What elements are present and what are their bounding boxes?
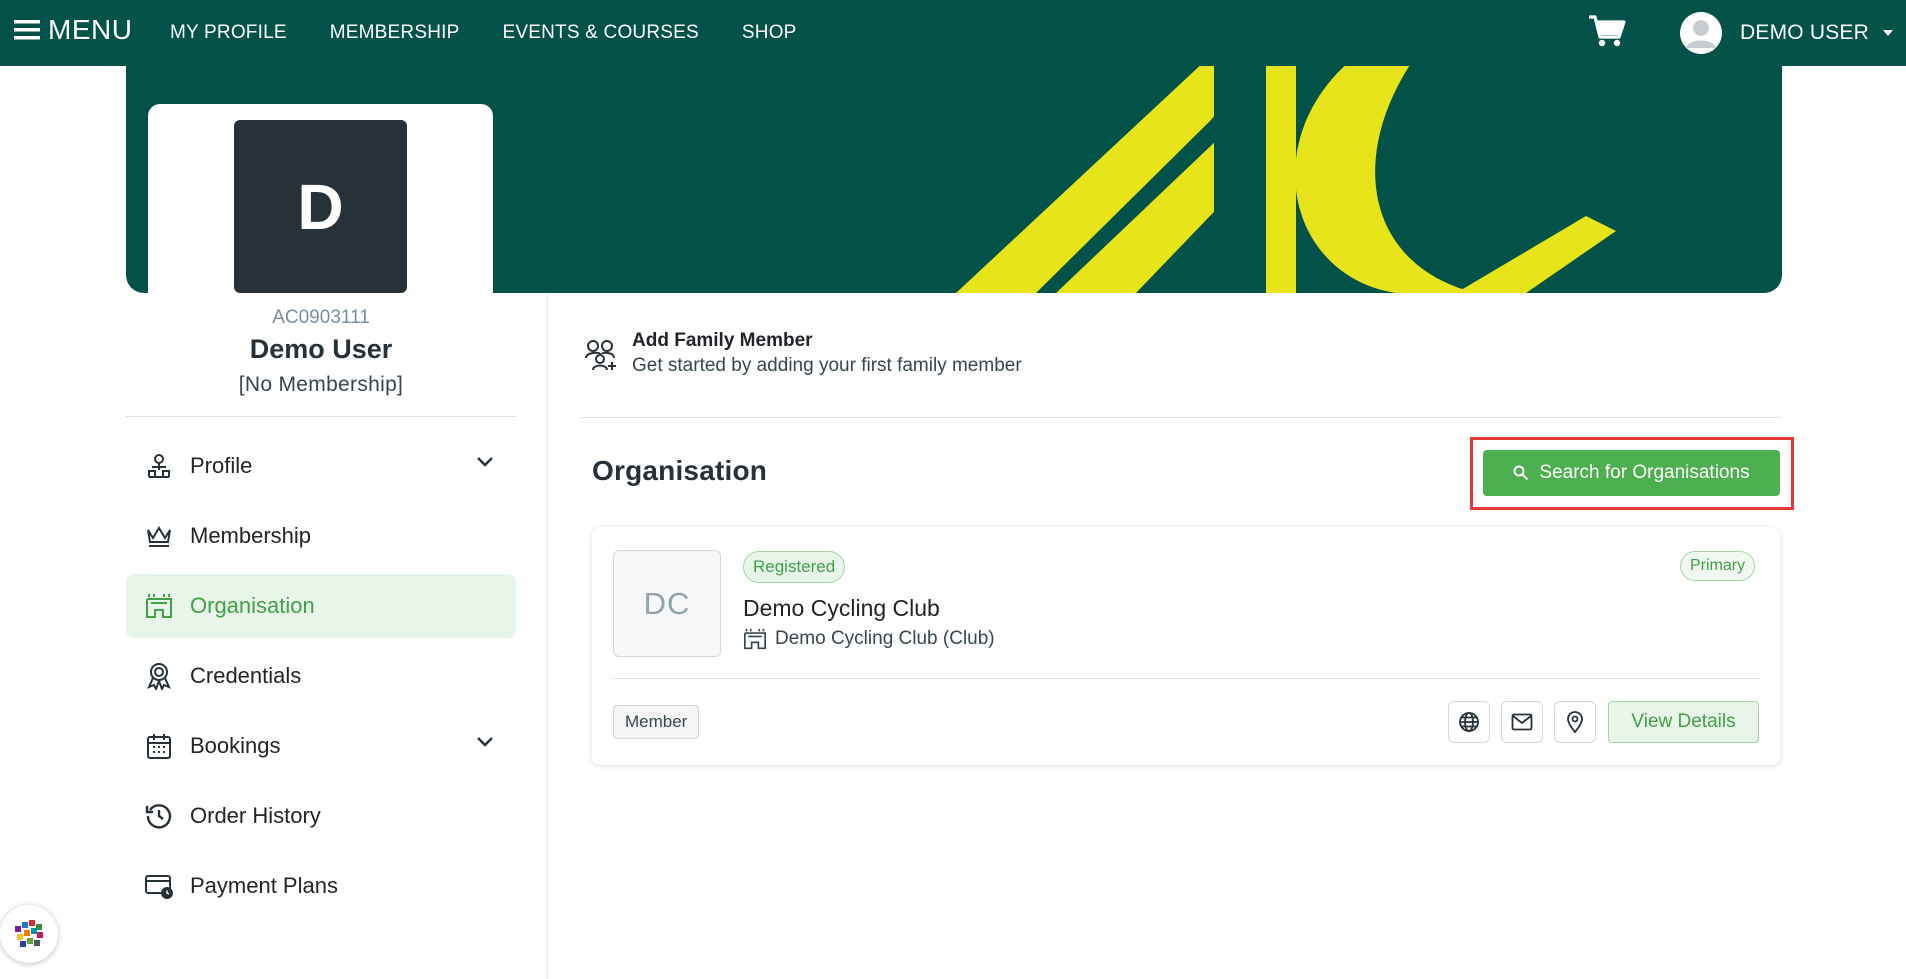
member-name: Demo User xyxy=(249,334,393,364)
family-subtitle: Get started by adding your first family … xyxy=(632,355,1022,376)
member-id: AC0903111 xyxy=(272,307,370,328)
sidebar-item-order-history[interactable]: Order History xyxy=(126,784,516,848)
menu-button[interactable]: MENU xyxy=(14,14,132,46)
crown-icon xyxy=(144,521,174,551)
globe-icon xyxy=(1458,711,1480,733)
search-button-label: Search for Organisations xyxy=(1539,462,1750,483)
sidebar-item-label: Order History xyxy=(190,803,321,828)
organisation-icon xyxy=(743,628,767,650)
section-divider xyxy=(580,417,1782,418)
status-badge: Registered xyxy=(743,551,846,583)
sidebar-item-label: Profile xyxy=(190,453,253,478)
role-tag: Member xyxy=(613,705,700,739)
sidebar-divider xyxy=(126,416,516,417)
user-name: DEMO USER xyxy=(1740,21,1869,44)
colorful-cube-icon xyxy=(11,916,47,952)
avatar xyxy=(1680,12,1722,54)
family-icon xyxy=(584,338,618,372)
payment-card-icon xyxy=(144,871,174,901)
hamburger-icon xyxy=(14,19,40,41)
organisation-logo: DC xyxy=(613,550,721,657)
sidebar-item-label: Bookings xyxy=(190,733,281,758)
top-navigation-bar: MENU MY PROFILE MEMBERSHIP EVENTS & COUR… xyxy=(0,0,1906,66)
nav-link-events-courses[interactable]: EVENTS & COURSES xyxy=(502,22,698,44)
card-divider xyxy=(613,678,1759,679)
menu-label: MENU xyxy=(48,14,133,45)
sidebar-item-credentials[interactable]: Credentials xyxy=(126,644,516,708)
user-menu[interactable]: DEMO USER xyxy=(1680,9,1893,57)
column-divider xyxy=(547,293,548,979)
profile-avatar: D xyxy=(234,120,407,293)
mail-icon xyxy=(1511,713,1533,731)
organisation-type-line: Demo Cycling Club (Club) xyxy=(743,628,995,650)
sidebar-item-label: Payment Plans xyxy=(190,873,338,898)
history-icon xyxy=(144,801,174,831)
primary-badge: Primary xyxy=(1680,551,1756,581)
section-title: Organisation xyxy=(592,455,768,486)
award-icon xyxy=(144,661,174,691)
nav-link-membership[interactable]: MEMBERSHIP xyxy=(330,22,460,44)
email-button[interactable] xyxy=(1501,701,1543,743)
organisation-icon xyxy=(144,591,174,621)
main-nav-links: MY PROFILE MEMBERSHIP EVENTS & COURSES S… xyxy=(170,0,797,66)
floating-widget-button[interactable] xyxy=(0,905,58,963)
sidebar-item-payment-plans[interactable]: Payment Plans xyxy=(126,854,516,918)
map-pin-icon xyxy=(1566,711,1584,733)
chevron-down-icon xyxy=(476,736,494,748)
family-title: Add Family Member xyxy=(632,330,813,351)
add-family-member[interactable]: Add Family Member Get started by adding … xyxy=(584,330,1022,377)
organisation-type-text: Demo Cycling Club (Club) xyxy=(775,628,995,649)
search-icon xyxy=(1513,465,1529,481)
location-button[interactable] xyxy=(1554,701,1596,743)
sidebar-item-label: Membership xyxy=(190,523,312,548)
cart-icon[interactable] xyxy=(1588,14,1626,48)
sidebar-item-organisation[interactable]: Organisation xyxy=(126,574,516,638)
sidebar-item-membership[interactable]: Membership xyxy=(126,504,516,568)
sidebar-item-label: Credentials xyxy=(190,663,302,688)
chevron-down-icon xyxy=(476,456,494,468)
view-details-button[interactable]: View Details xyxy=(1608,701,1759,743)
search-organisations-button[interactable]: Search for Organisations xyxy=(1483,450,1780,496)
sidebar-item-bookings[interactable]: Bookings xyxy=(126,714,516,778)
organisation-name: Demo Cycling Club xyxy=(743,595,940,621)
membership-status: [No Membership] xyxy=(238,373,404,396)
sidebar-item-profile[interactable]: Profile xyxy=(126,434,516,498)
calendar-icon xyxy=(144,731,174,761)
user-profile-icon xyxy=(144,451,174,481)
website-button[interactable] xyxy=(1448,701,1490,743)
caret-down-icon xyxy=(1882,30,1893,36)
nav-link-shop[interactable]: SHOP xyxy=(742,22,797,44)
nav-link-my-profile[interactable]: MY PROFILE xyxy=(170,22,287,44)
sidebar-item-label: Organisation xyxy=(190,593,315,618)
